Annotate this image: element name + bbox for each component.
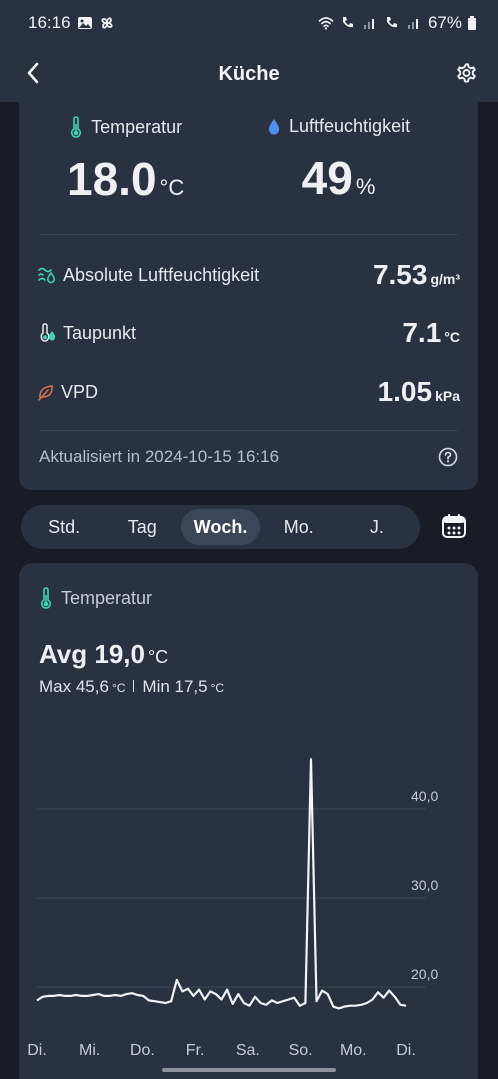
x-tick-label: So. — [289, 1042, 313, 1059]
absolute-humidity-icon — [38, 267, 55, 284]
last-updated-text: Aktualisiert in 2024-10-15 16:16 — [39, 447, 280, 466]
temperature-label: Temperatur — [91, 116, 183, 137]
humidity-label: Luftfeuchtigkeit — [289, 116, 411, 136]
gallery-icon — [77, 17, 92, 29]
dew-point-value: 7.1 — [402, 317, 442, 348]
help-icon[interactable] — [438, 447, 458, 467]
temperature-unit: °C — [159, 175, 185, 200]
tab-hour[interactable]: Std. — [25, 509, 103, 545]
signal-bars-icon — [363, 19, 374, 29]
temperature-chart-card: Temperatur Avg 19,0 °C Max 45,6 °C Min 1… — [19, 563, 478, 1079]
dew-point-value-row: 7.1 °C — [402, 317, 460, 349]
absolute-humidity-label: Absolute Luftfeuchtigkeit — [63, 264, 260, 285]
time-range-tabs: Std. Tag Woch. Mo. J. — [21, 505, 420, 549]
humidity-metric: Luftfeuchtigkeit 49 % — [267, 116, 410, 205]
dew-point-unit: °C — [444, 329, 460, 345]
temperature-series-line — [36, 758, 407, 1010]
last-updated-row: Aktualisiert in 2024-10-15 16:16 — [39, 447, 458, 467]
vpd-label-row: VPD — [37, 382, 98, 403]
divider — [39, 234, 458, 235]
divider — [39, 430, 458, 431]
y-tick-label: 20,0 — [411, 966, 438, 982]
temperature-metric: Temperatur 18.0 °C — [67, 116, 184, 206]
y-tick-label: 40,0 — [411, 788, 438, 804]
status-right: 67% — [318, 13, 476, 33]
humidity-value-row: 49 % — [302, 151, 376, 205]
dew-point-label-row: Taupunkt — [37, 323, 136, 344]
home-indicator — [162, 1068, 336, 1072]
absolute-humidity-value-row: 7.53 g/m³ — [373, 259, 460, 291]
app-header: Küche — [0, 46, 498, 102]
dew-point-icon — [40, 323, 56, 342]
vpd-value-row: 1.05 kPa — [378, 376, 460, 408]
battery-percent: 67% — [427, 13, 462, 32]
absolute-humidity-value: 7.53 — [372, 259, 428, 290]
y-tick-label: 30,0 — [411, 877, 438, 893]
thermometer-icon — [71, 116, 82, 138]
humidity-value: 49 — [301, 152, 353, 204]
leaf-icon — [38, 385, 53, 401]
tab-week[interactable]: Woch. — [181, 509, 260, 545]
calendar-button[interactable] — [438, 510, 470, 542]
dew-point-row: Taupunkt 7.1 °C — [37, 313, 460, 353]
back-button[interactable] — [18, 58, 48, 88]
x-tick-label: Sa. — [236, 1042, 260, 1059]
water-drop-icon — [268, 118, 280, 134]
temperature-line-chart[interactable]: 20,0 30,0 40,0 Di. Mi. Do. Fr. Sa. So. Mo. Di. — [19, 563, 478, 1079]
calendar-icon — [442, 514, 466, 538]
call-signal-icon — [342, 17, 353, 28]
vpd-value: 1.05 — [377, 376, 433, 407]
temperature-label-row: Temperatur — [69, 116, 182, 138]
status-bar: 16:16 67% — [0, 0, 498, 46]
signal-bars-2-icon — [407, 19, 418, 29]
battery-icon — [468, 16, 476, 30]
x-tick-label: Mo. — [340, 1042, 367, 1059]
pinwheel-icon — [100, 17, 113, 29]
x-tick-label: Di. — [396, 1042, 416, 1059]
temperature-value-row: 18.0 °C — [67, 152, 184, 206]
absolute-humidity-row: Absolute Luftfeuchtigkeit 7.53 g/m³ — [37, 255, 460, 295]
settings-button[interactable] — [450, 57, 482, 89]
vpd-unit: kPa — [435, 388, 460, 404]
x-tick-label: Di. — [27, 1042, 47, 1059]
vpd-label: VPD — [61, 381, 99, 402]
humidity-unit: % — [355, 174, 376, 199]
tab-month[interactable]: Mo. — [260, 509, 338, 545]
temperature-value: 18.0 — [67, 153, 157, 205]
dew-point-label: Taupunkt — [63, 322, 137, 343]
gear-icon — [457, 63, 476, 83]
x-tick-label: Mi. — [79, 1042, 100, 1059]
page-title: Küche — [218, 62, 280, 85]
absolute-humidity-unit: g/m³ — [430, 271, 460, 287]
humidity-label-row: Luftfeuchtigkeit — [267, 116, 410, 137]
x-tick-label: Do. — [130, 1042, 155, 1059]
call-signal-2-icon — [386, 17, 397, 28]
status-time: 16:16 — [28, 13, 71, 32]
x-tick-label: Fr. — [186, 1042, 205, 1059]
absolute-humidity-label-row: Absolute Luftfeuchtigkeit — [37, 265, 259, 286]
status-left: 16:16 — [28, 13, 115, 33]
vpd-row: VPD 1.05 kPa — [37, 372, 460, 412]
tab-year[interactable]: J. — [338, 509, 416, 545]
tab-day[interactable]: Tag — [103, 509, 181, 545]
wifi-icon — [318, 17, 334, 30]
chevron-left-icon — [27, 62, 39, 84]
current-readings-card: Temperatur 18.0 °C Luftfeuchtigkeit 49 %… — [19, 102, 478, 490]
